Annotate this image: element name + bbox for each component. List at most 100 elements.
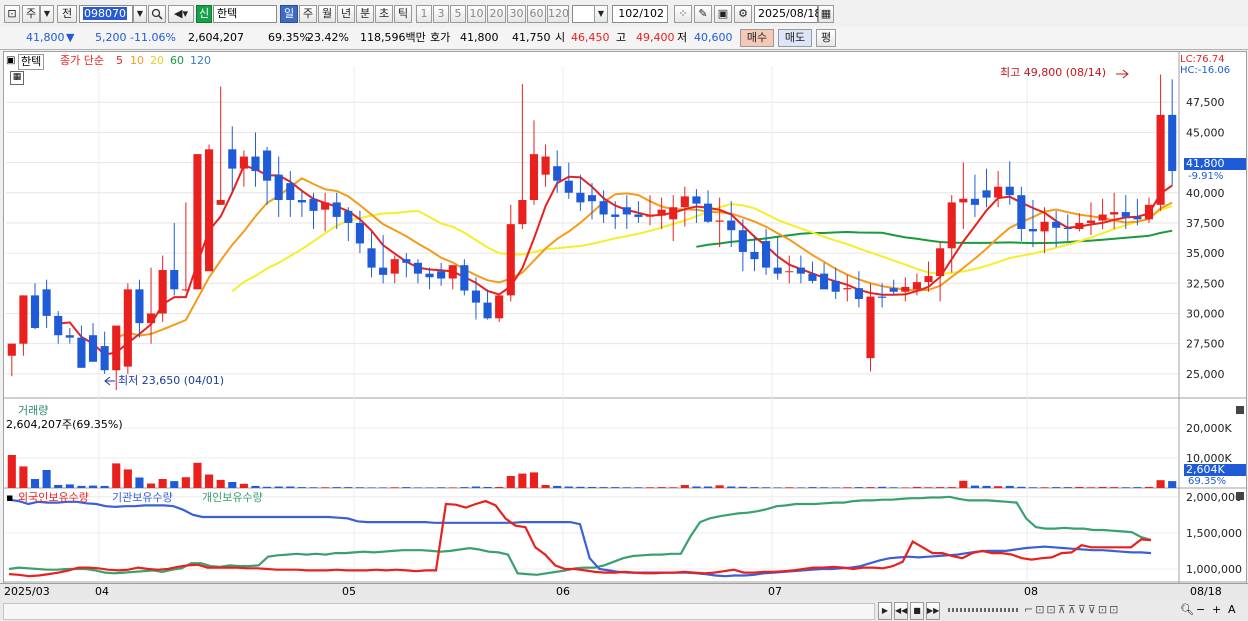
market-type-button[interactable]: 주 (22, 5, 40, 23)
speaker-icon[interactable]: ◀▾ (168, 5, 194, 23)
chart-scrollbar[interactable] (3, 603, 875, 620)
holding-tick-label: 2,000,000 (1186, 491, 1242, 504)
period-button[interactable]: 일 (280, 5, 298, 23)
candle-body (146, 313, 156, 324)
x-label-07: 07 (768, 585, 782, 598)
search-icon[interactable] (148, 5, 166, 23)
candle-body (390, 259, 399, 274)
interval-button[interactable]: 10 (467, 5, 486, 23)
stop-icon[interactable]: ■ (910, 602, 924, 620)
interval-button[interactable]: 120 (547, 5, 569, 23)
stock-code-input[interactable]: 098070 (79, 5, 133, 23)
candle-body (65, 335, 74, 338)
zoom-out-icon[interactable]: − (1196, 603, 1205, 617)
candle-body (645, 215, 655, 217)
volume-bar (1075, 486, 1084, 488)
chart-tool-icon[interactable]: ✎ (694, 5, 712, 23)
candle-body (228, 149, 237, 169)
volume-bar (854, 487, 863, 488)
candle-body (425, 273, 434, 278)
candle-body (123, 289, 132, 367)
period-button[interactable]: 월 (318, 5, 336, 23)
interval-button[interactable]: 5 (450, 5, 466, 23)
interval-button[interactable]: 60 (527, 5, 546, 23)
period-button[interactable]: 초 (375, 5, 393, 23)
grid-icon[interactable]: ⁘ (674, 5, 692, 23)
zoom-search-icon[interactable]: 🔍︎ (1180, 603, 1194, 617)
period-button[interactable]: 주 (299, 5, 317, 23)
change-percent: -11.06% (130, 31, 176, 44)
prev-button[interactable]: 전 (57, 5, 77, 23)
eval-button[interactable]: 평 (816, 29, 836, 47)
candle-body (820, 273, 829, 290)
volume-bar (54, 485, 63, 488)
buy-button[interactable]: 매수 (740, 29, 774, 47)
gear-icon[interactable]: ⚙ (734, 5, 752, 23)
period-button[interactable]: 틱 (394, 5, 412, 23)
volume-bar (866, 487, 875, 488)
volume-bar (1028, 487, 1038, 488)
candle-body (1052, 221, 1061, 228)
candle-body (367, 248, 376, 268)
interval-button[interactable]: 3 (433, 5, 449, 23)
code-dropdown-icon[interactable]: ▼ (133, 5, 147, 23)
table-icon[interactable]: ▦ (10, 71, 24, 85)
price-tick-label: 25,000 (1186, 368, 1225, 381)
candle-body (297, 200, 306, 203)
window-menu-icon[interactable]: ⊡ (4, 5, 20, 23)
sell-button[interactable]: 매도 (778, 29, 812, 47)
interval-dropdown-icon[interactable]: ▼ (594, 5, 608, 23)
interval-button[interactable]: 30 (507, 5, 526, 23)
stock-name-field[interactable]: 한텍 (213, 5, 277, 23)
candle-body (796, 267, 805, 274)
count-input[interactable]: 102/102 (612, 5, 668, 23)
candle-body (413, 262, 423, 274)
x-label-2025-03: 2025/03 (4, 585, 50, 598)
volume-bar (77, 485, 86, 488)
x-axis: 2025/03 04 05 06 07 08 08/18 (0, 583, 1248, 600)
fast-forward-icon[interactable]: ▶▶ (926, 602, 940, 620)
holding-close-icon[interactable] (1236, 492, 1244, 500)
interval-button[interactable]: 20 (487, 5, 506, 23)
volume-bar (982, 485, 991, 488)
rewind-icon[interactable]: ◀◀ (894, 602, 908, 620)
panel-toggle-icon[interactable]: ▣ (6, 54, 15, 68)
candle-body (831, 280, 840, 292)
candle-body (518, 200, 527, 225)
ma20-label: 20 (150, 54, 164, 67)
volume-bar (622, 487, 631, 488)
date-input[interactable]: 2025/08/18 (754, 5, 821, 23)
candle-body (622, 207, 631, 215)
volume-bar (112, 463, 121, 488)
price-tick-label: 35,000 (1186, 247, 1225, 260)
zoom-in-icon[interactable]: + (1212, 603, 1221, 617)
font-size-icon[interactable]: A (1228, 603, 1236, 617)
x-label-end: 08/18 (1190, 585, 1222, 598)
calendar-icon[interactable]: ▦ (818, 5, 834, 23)
volume-bar (274, 486, 283, 488)
period-button[interactable]: 년 (337, 5, 355, 23)
market-dropdown-icon[interactable]: ▼ (40, 5, 54, 23)
volume-bar (1098, 486, 1107, 488)
volume-close-icon[interactable] (1236, 406, 1244, 414)
volume-bar (947, 487, 956, 488)
volume-bar (30, 479, 40, 488)
volume-bar (309, 487, 318, 488)
candle-body (924, 276, 933, 283)
interval-button[interactable]: 1 (416, 5, 432, 23)
legend-marker-icon: ▪ (6, 491, 14, 504)
x-label-08: 08 (1024, 585, 1038, 598)
volume-bar (611, 487, 620, 488)
chart-canvas[interactable]: 47,50045,00042,50040,00037,50035,00032,5… (4, 52, 1246, 600)
candle-body (1144, 204, 1154, 220)
volume-bar (738, 486, 747, 488)
volume-bar (1168, 481, 1177, 488)
volume-bar (332, 487, 341, 488)
chart-area[interactable]: 47,50045,00042,50040,00037,50035,00032,5… (3, 51, 1247, 601)
save-icon[interactable]: ▣ (714, 5, 732, 23)
play-icon[interactable]: ▶ (878, 602, 892, 620)
period-button[interactable]: 분 (356, 5, 374, 23)
zoom-slider[interactable] (948, 608, 1018, 612)
drawing-tools-icon[interactable]: ⌐⊡⊡⊼⊼⊽⊽⊡⊡ (1024, 603, 1120, 617)
institution-holding-line (8, 498, 1152, 578)
